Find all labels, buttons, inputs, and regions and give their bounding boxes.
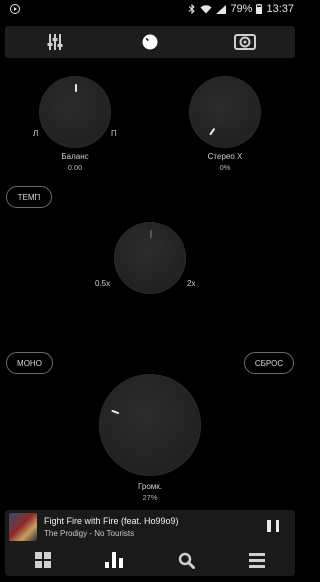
balance-knob-indicator [75, 84, 77, 92]
tempo-max-label: 2x [187, 279, 196, 288]
track-title: Fight Fire with Fire (feat. Ho99o9) [44, 516, 179, 526]
bluetooth-icon [189, 4, 196, 14]
signal-icon [216, 4, 227, 14]
knob-icon [142, 34, 158, 50]
bars-icon [105, 552, 123, 568]
volume-label: Громк. [137, 482, 162, 491]
balance-knob[interactable] [39, 76, 111, 148]
volume-knob[interactable] [99, 374, 201, 476]
volume-knob-indicator [111, 409, 120, 415]
effects-toolbar [5, 26, 295, 58]
status-bar: 79% 13:37 [0, 0, 300, 18]
nav-equalizer[interactable] [105, 551, 123, 569]
stereo-x-knob[interactable] [189, 76, 261, 148]
balance-label: Баланс [61, 152, 89, 161]
stereo-x-knob-indicator [209, 127, 216, 136]
tempo-min-label: 0.5x [95, 279, 111, 288]
sliders-icon [47, 34, 63, 50]
play-notification-icon [10, 4, 20, 14]
battery-icon [256, 4, 263, 14]
mono-button[interactable]: МОНО [6, 352, 53, 374]
volume-value: 27% [142, 493, 158, 502]
clock: 13:37 [266, 3, 294, 15]
balance-value: 0.00 [67, 163, 83, 172]
stereo-x-value: 0% [219, 163, 231, 172]
nav-menu[interactable] [248, 551, 266, 569]
reset-button[interactable]: СБРОС [244, 352, 294, 374]
battery-percent: 79% [230, 3, 253, 15]
tempo-button[interactable]: ТЕМП [6, 186, 52, 208]
tempo-knob[interactable] [114, 222, 186, 294]
bottom-nav [5, 544, 295, 576]
speaker-tab[interactable] [233, 31, 257, 53]
pause-button[interactable] [267, 520, 279, 534]
balance-right-label: П [111, 129, 117, 138]
wifi-icon [200, 4, 212, 13]
now-playing-bar[interactable]: Fight Fire with Fire (feat. Ho99o9) The … [5, 510, 295, 544]
album-art [9, 513, 37, 541]
search-icon [178, 552, 195, 569]
grid-icon [35, 552, 51, 568]
pause-icon [267, 520, 271, 532]
menu-icon [249, 552, 265, 568]
track-artist: The Prodigy - No Tourists [44, 529, 135, 538]
speaker-icon [234, 34, 256, 50]
stereo-x-label: Стерео X [207, 152, 243, 161]
nav-search[interactable] [177, 551, 195, 569]
tempo-knob-indicator [150, 230, 152, 238]
tone-tab[interactable] [138, 31, 162, 53]
nav-library[interactable] [34, 551, 52, 569]
equalizer-tab[interactable] [43, 31, 67, 53]
balance-left-label: Л [33, 129, 39, 138]
